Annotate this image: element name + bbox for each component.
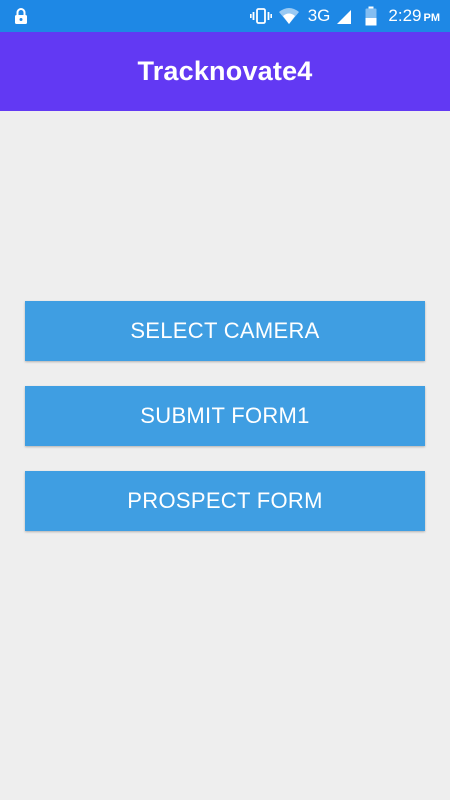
select-camera-button[interactable]: SELECT CAMERA <box>25 301 425 361</box>
lock-icon <box>15 8 27 24</box>
clock-time: 2:29 <box>388 6 422 25</box>
status-bar: 3G 2:29 PM <box>0 0 450 32</box>
prospect-form-button[interactable]: PROSPECT FORM <box>25 471 425 531</box>
signal-icon <box>337 10 352 24</box>
app-bar: Tracknovate4 <box>0 32 450 111</box>
clock: 2:29 PM <box>388 6 440 26</box>
status-icons: 3G 2:29 PM <box>249 0 440 32</box>
vibrate-icon <box>249 8 272 24</box>
submit-form1-button[interactable]: SUBMIT FORM1 <box>25 386 425 446</box>
network-type: 3G <box>307 6 331 25</box>
app-title: Tracknovate4 <box>137 56 313 86</box>
wifi-icon <box>278 8 299 24</box>
clock-ampm: PM <box>423 12 441 24</box>
battery-icon <box>365 6 377 26</box>
